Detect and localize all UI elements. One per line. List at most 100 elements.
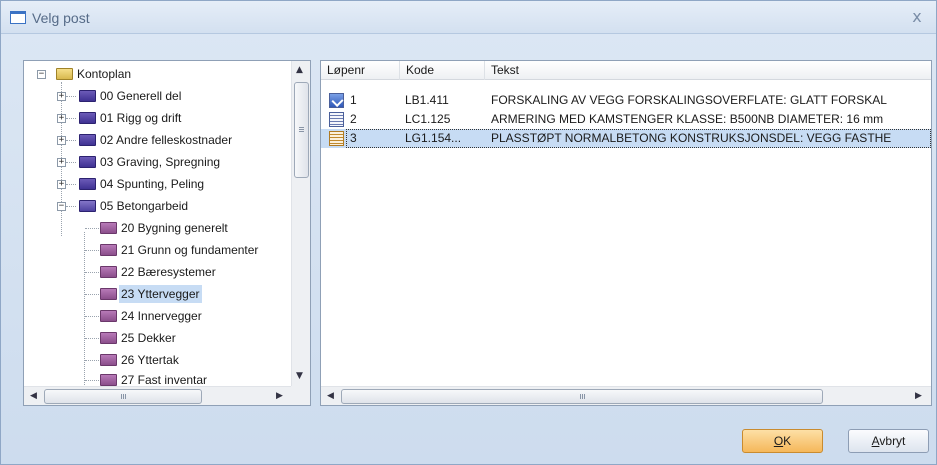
list-horizontal-scroll-thumb[interactable] bbox=[341, 389, 823, 404]
post-icon bbox=[329, 112, 344, 127]
expand-icon[interactable]: + bbox=[57, 180, 66, 189]
tree-child-label: 24 Innervegger bbox=[121, 309, 202, 323]
tree-connector bbox=[66, 162, 76, 163]
ok-button[interactable]: OK bbox=[742, 429, 823, 453]
row-tekst: PLASSTØPT NORMALBETONG KONSTRUKSJONSDEL:… bbox=[491, 131, 892, 145]
close-button[interactable]: x bbox=[908, 8, 926, 26]
row-lopenr: 1 bbox=[350, 93, 357, 107]
tree-horizontal-scrollbar[interactable]: ◀ ▶ bbox=[24, 386, 291, 405]
tree-connector bbox=[66, 184, 76, 185]
window-title: Velg post bbox=[32, 10, 90, 26]
post-list[interactable]: Løpenr Kode Tekst 1 LB1.411 FORSKALING A… bbox=[320, 60, 932, 406]
row-kode: LC1.125 bbox=[405, 112, 451, 126]
grip-icon bbox=[580, 394, 581, 399]
open-folder-icon bbox=[79, 200, 96, 212]
list-horizontal-scrollbar[interactable]: ◀ ▶ bbox=[321, 386, 931, 405]
scroll-corner bbox=[291, 386, 310, 405]
expand-icon[interactable]: + bbox=[57, 114, 66, 123]
list-row[interactable]: 2 LC1.125 ARMERING MED KAMSTENGER KLASSE… bbox=[321, 110, 931, 129]
ok-label: K bbox=[783, 434, 792, 448]
folder-icon bbox=[100, 222, 117, 234]
grip-icon bbox=[125, 394, 126, 399]
folder-icon bbox=[79, 134, 96, 146]
grip-icon bbox=[299, 131, 304, 132]
grip-icon bbox=[299, 129, 304, 130]
tree-connector bbox=[85, 272, 99, 273]
tree-horizontal-scroll-thumb[interactable] bbox=[44, 389, 202, 404]
expand-icon[interactable]: + bbox=[57, 92, 66, 101]
collapse-icon[interactable]: − bbox=[37, 70, 46, 79]
row-kode: LB1.411 bbox=[405, 93, 449, 107]
column-header-lopenr[interactable]: Løpenr bbox=[321, 61, 400, 80]
row-tekst: ARMERING MED KAMSTENGER KLASSE: B500NB D… bbox=[491, 112, 884, 126]
scroll-down-arrow-icon[interactable]: ▼ bbox=[296, 371, 303, 381]
tree-child-label: 21 Grunn og fundamenter bbox=[121, 243, 259, 257]
post-icon-selected bbox=[329, 131, 344, 146]
row-tekst: FORSKALING AV VEGG FORSKALINGSOVERFLATE:… bbox=[491, 93, 887, 107]
scroll-up-arrow-icon[interactable]: ▲ bbox=[296, 65, 303, 75]
title-bar[interactable]: Velg post x bbox=[1, 1, 936, 34]
folder-icon bbox=[100, 332, 117, 344]
scroll-left-arrow-icon[interactable]: ◀ bbox=[30, 391, 37, 401]
collapse-icon[interactable]: − bbox=[57, 202, 66, 211]
cancel-label: vbryt bbox=[879, 434, 906, 448]
folder-icon bbox=[79, 112, 96, 124]
tree-child-label: 27 Fast inventar bbox=[121, 373, 208, 387]
tree-child-label: 26 Yttertak bbox=[121, 353, 179, 367]
velg-post-dialog: Velg post x − Kontoplan + 00 Generell de… bbox=[0, 0, 937, 465]
tree-root-label: Kontoplan bbox=[77, 67, 132, 81]
folder-icon bbox=[100, 244, 117, 256]
tree-child-label: 20 Bygning generelt bbox=[121, 221, 228, 235]
row-lopenr: 3 bbox=[350, 131, 357, 145]
checked-post-icon bbox=[329, 93, 344, 108]
tree-rows: − Kontoplan + 00 Generell del + 01 Rigg … bbox=[24, 61, 290, 387]
list-row[interactable]: 1 LB1.411 FORSKALING AV VEGG FORSKALINGS… bbox=[321, 91, 931, 110]
list-row-selected[interactable]: 3 LG1.154... PLASSTØPT NORMALBETONG KONS… bbox=[321, 129, 931, 148]
tree-vertical-scrollbar[interactable]: ▲ ▼ bbox=[291, 61, 310, 387]
grip-icon bbox=[584, 394, 585, 399]
tree-child-label: 22 Bæresystemer bbox=[121, 265, 216, 279]
window-icon bbox=[10, 11, 26, 24]
expand-icon[interactable]: + bbox=[57, 158, 66, 167]
scroll-left-arrow-icon[interactable]: ◀ bbox=[327, 391, 334, 401]
tree-item-label: 00 Generell del bbox=[100, 89, 182, 103]
tree-child-label: 25 Dekker bbox=[121, 331, 176, 345]
folder-icon bbox=[79, 90, 96, 102]
column-header-kode[interactable]: Kode bbox=[400, 61, 485, 80]
tree-item-label: 01 Rigg og drift bbox=[100, 111, 182, 125]
list-header: Løpenr Kode Tekst bbox=[321, 61, 931, 80]
account-tree[interactable]: − Kontoplan + 00 Generell del + 01 Rigg … bbox=[23, 60, 311, 406]
grip-icon bbox=[121, 394, 122, 399]
grip-icon bbox=[582, 394, 583, 399]
tree-connector bbox=[66, 118, 76, 119]
tree-item-label: 05 Betongarbeid bbox=[100, 199, 189, 213]
folder-icon bbox=[100, 374, 117, 386]
folder-icon bbox=[79, 178, 96, 190]
ok-accelerator: O bbox=[773, 434, 784, 448]
scroll-right-arrow-icon[interactable]: ▶ bbox=[915, 391, 922, 401]
tree-connector bbox=[84, 232, 85, 387]
tree-connector bbox=[85, 316, 99, 317]
open-folder-icon bbox=[56, 68, 73, 80]
tree-child-label-selected: 23 Yttervegger bbox=[119, 285, 202, 303]
grip-icon bbox=[123, 394, 124, 399]
expand-icon[interactable]: + bbox=[57, 136, 66, 145]
tree-connector bbox=[85, 294, 99, 295]
tree-connector bbox=[85, 360, 99, 361]
tree-connector bbox=[85, 380, 99, 381]
tree-connector bbox=[85, 338, 99, 339]
folder-icon bbox=[100, 266, 117, 278]
column-header-tekst[interactable]: Tekst bbox=[485, 61, 931, 80]
tree-vertical-scroll-thumb[interactable] bbox=[294, 82, 309, 178]
cancel-button[interactable]: Avbryt bbox=[848, 429, 929, 453]
grip-icon bbox=[299, 127, 304, 128]
tree-item-label: 03 Graving, Spregning bbox=[100, 155, 221, 169]
tree-connector bbox=[66, 140, 76, 141]
tree-connector bbox=[85, 250, 99, 251]
row-lopenr: 2 bbox=[350, 112, 357, 126]
folder-icon bbox=[100, 310, 117, 322]
folder-icon bbox=[100, 288, 117, 300]
tree-item-label: 02 Andre felleskostnader bbox=[100, 133, 233, 147]
scroll-right-arrow-icon[interactable]: ▶ bbox=[276, 391, 283, 401]
tree-item-label: 04 Spunting, Peling bbox=[100, 177, 205, 191]
